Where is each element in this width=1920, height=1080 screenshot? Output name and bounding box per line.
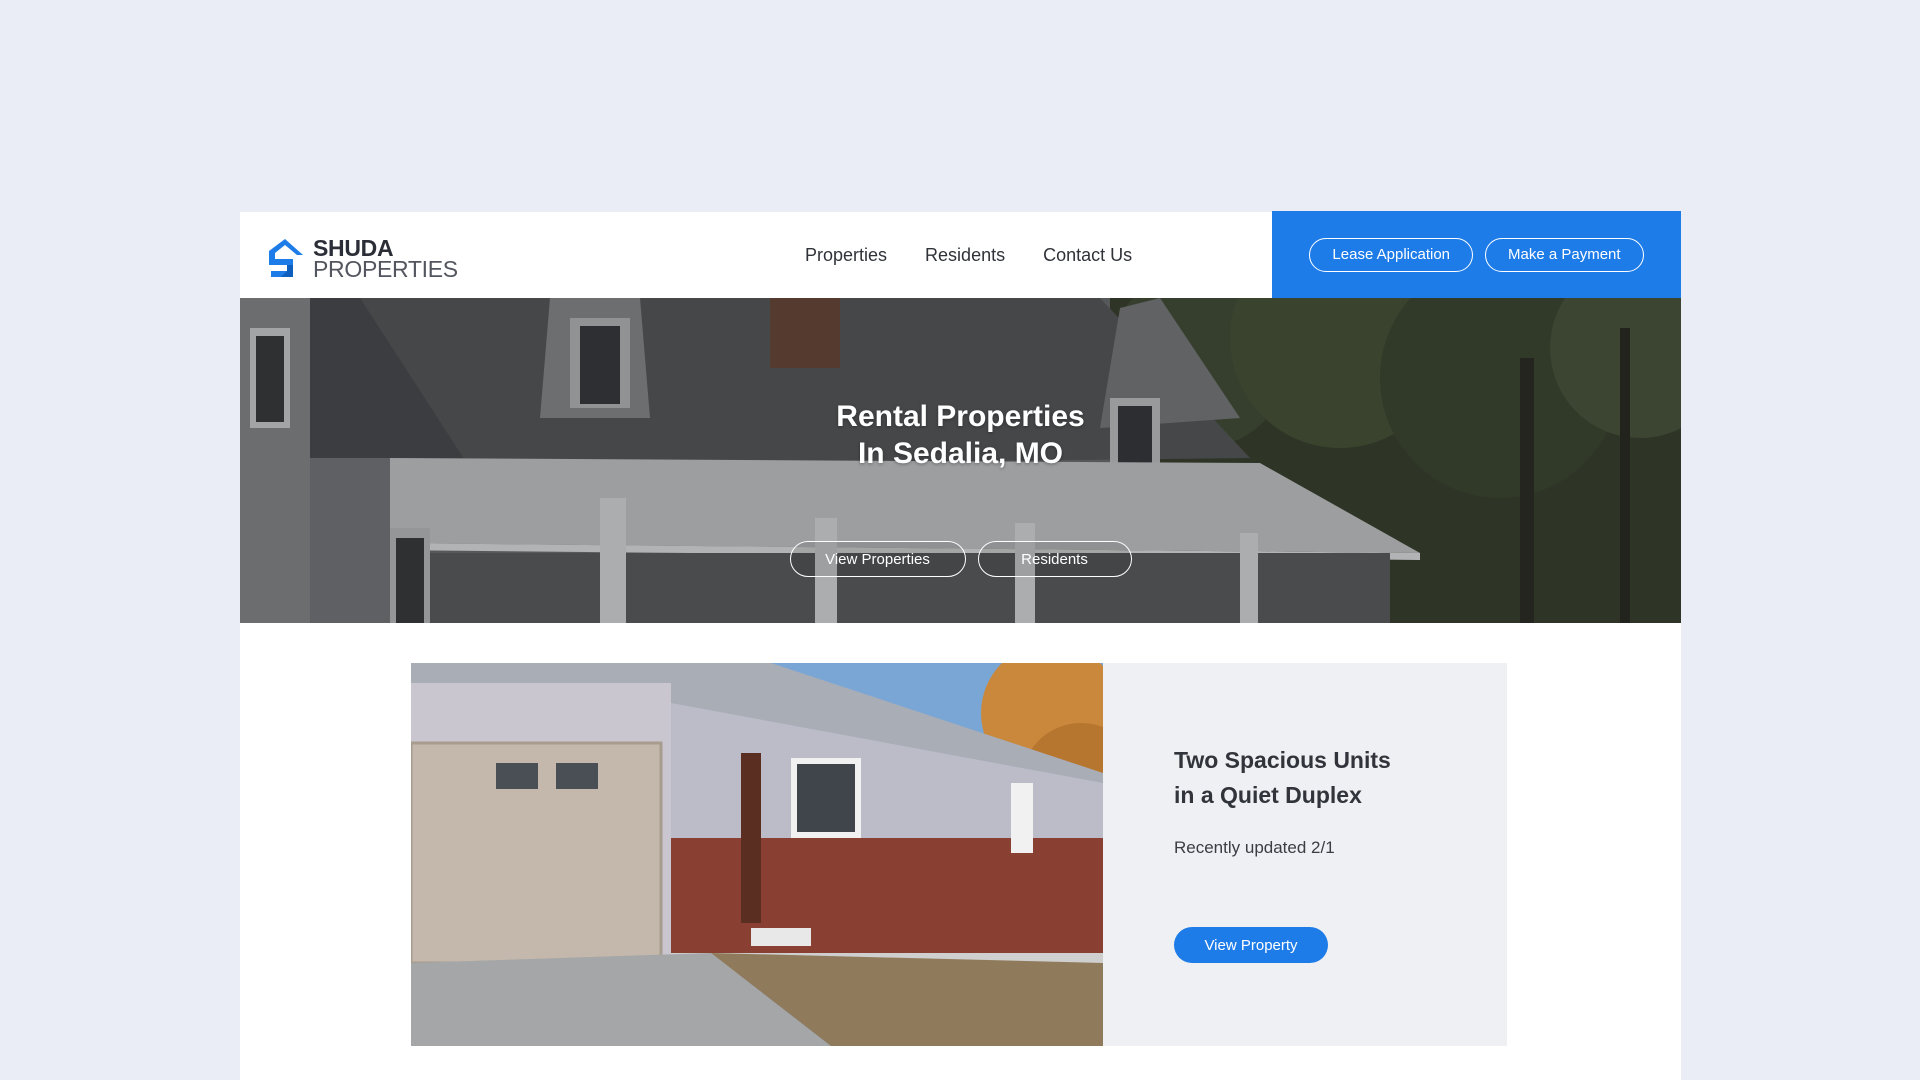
duplex-photo [411,663,1103,1046]
duplex-image [411,663,1103,1046]
website-frame: SHUDA PROPERTIES Properties Residents Co… [240,211,1681,1080]
hero-section: Rental Properties In Sedalia, MO View Pr… [240,298,1681,623]
main-nav: Properties Residents Contact Us [805,212,1132,298]
make-payment-button[interactable]: Make a Payment [1485,237,1644,272]
hero-title: Rental Properties In Sedalia, MO [240,398,1681,472]
nav-item-properties[interactable]: Properties [805,245,887,266]
hero-buttons: View Properties Residents [240,541,1681,577]
site-header: SHUDA PROPERTIES Properties Residents Co… [240,211,1681,298]
property-info-panel: Two Spacious Units in a Quiet Duplex Rec… [1103,663,1507,1046]
residents-button[interactable]: Residents [977,541,1132,577]
view-property-button[interactable]: View Property [1174,927,1328,963]
brand-logo[interactable]: SHUDA PROPERTIES [267,237,458,282]
lease-application-button[interactable]: Lease Application [1309,237,1474,272]
property-updated-text: Recently updated 2/1 [1174,838,1335,857]
featured-property-card: Two Spacious Units in a Quiet Duplex Rec… [411,663,1507,1046]
house-s-logo-icon [269,239,303,277]
property-title: Two Spacious Units in a Quiet Duplex [1174,743,1474,813]
nav-item-residents[interactable]: Residents [925,245,1005,266]
header-cta-band: Lease Application Make a Payment [1272,211,1681,298]
hero-title-line2: In Sedalia, MO [857,437,1064,470]
hero-title-line1: Rental Properties [836,400,1085,433]
view-properties-button[interactable]: View Properties [789,541,966,577]
property-title-line2: in a Quiet Duplex [1174,782,1362,808]
property-title-line1: Two Spacious Units [1174,747,1391,773]
nav-item-contact-us[interactable]: Contact Us [1043,245,1132,266]
brand-name-line2: PROPERTIES [313,256,458,282]
